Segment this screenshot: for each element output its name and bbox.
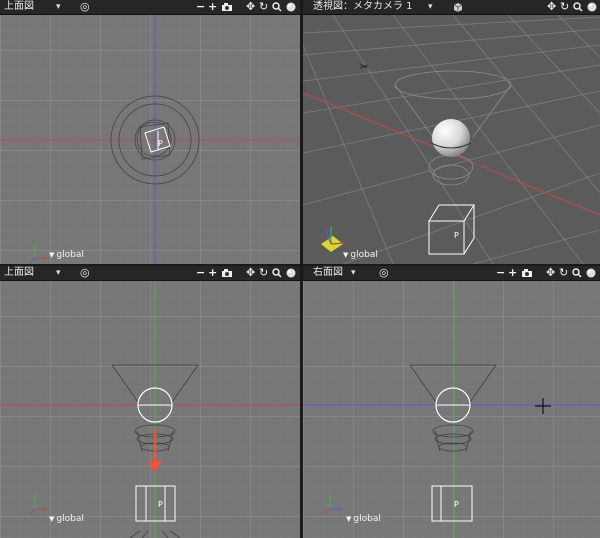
viewport-canvas[interactable]: ✂ P <box>303 15 600 264</box>
view-dropdown-icon[interactable]: ▾ <box>351 267 356 279</box>
camera-icon[interactable] <box>221 268 233 278</box>
coordinate-label: global <box>350 250 378 260</box>
coordinate-system-selector[interactable]: ▼ global <box>49 250 84 261</box>
viewport-header: 透視図：メタカメラ 1 ▾ ✥ ↻ <box>303 0 600 15</box>
light-wireframe <box>409 364 497 452</box>
object-label: P <box>158 500 163 509</box>
view-options-icon[interactable]: ◎ <box>379 267 389 279</box>
cursor-crosshair-icon <box>535 398 551 414</box>
viewport-canvas[interactable]: P <box>303 281 600 538</box>
rotate-icon[interactable]: ↻ <box>259 267 268 279</box>
pan-icon[interactable]: ✥ <box>246 267 255 279</box>
viewport-perspective[interactable]: 透視図：メタカメラ 1 ▾ ✥ ↻ ✂ P ▼ global <box>303 0 600 264</box>
viewport-title: 透視図：メタカメラ 1 <box>313 1 413 12</box>
axis-gizmo <box>29 244 48 264</box>
object-label: P <box>454 500 459 509</box>
pan-icon[interactable]: ✥ <box>547 1 556 13</box>
zoom-fit-icon[interactable] <box>572 268 582 278</box>
zoom-fit-icon[interactable] <box>272 268 282 278</box>
viewport-right[interactable]: 右面図 ▾ ◎ − + ✥ ↻ P ▼ global <box>303 266 600 538</box>
zoom-in-icon[interactable]: + <box>208 1 217 13</box>
zoom-out-icon[interactable]: − <box>196 267 205 279</box>
viewport-front[interactable]: 上面図 ▾ ◎ − + ✥ ↻ P ▼ global <box>0 266 300 538</box>
zoom-in-icon[interactable]: + <box>508 267 517 279</box>
view-options-icon[interactable]: ◎ <box>80 267 90 279</box>
object-wireframe <box>428 204 475 255</box>
axis-gizmo <box>324 493 343 515</box>
viewport-canvas[interactable]: P <box>0 281 300 538</box>
object-label: P <box>158 139 163 148</box>
view-dropdown-icon[interactable]: ▾ <box>56 1 61 13</box>
rotate-icon[interactable]: ↻ <box>559 267 568 279</box>
render-preview-icon[interactable] <box>286 2 296 12</box>
viewport-header: 右面図 ▾ ◎ − + ✥ ↻ <box>303 266 600 281</box>
axis-gizmo <box>321 226 346 252</box>
viewport-top-left[interactable]: 上面図 ▾ ◎ − + ✥ ↻ P ▼ global <box>0 0 300 264</box>
view-dropdown-icon[interactable]: ▾ <box>56 267 61 279</box>
view-dropdown-icon[interactable]: ▾ <box>428 1 433 13</box>
viewport-title: 上面図 <box>4 1 34 12</box>
coordinate-system-selector[interactable]: ▼ global <box>346 514 381 525</box>
object-wireframe <box>431 485 473 522</box>
zoom-fit-icon[interactable] <box>573 2 583 12</box>
zoom-in-icon[interactable]: + <box>208 267 217 279</box>
coordinate-label: global <box>56 514 84 524</box>
viewport-canvas[interactable]: P <box>0 15 300 264</box>
rotate-icon[interactable]: ↻ <box>560 1 569 13</box>
camera-icon[interactable] <box>521 268 533 278</box>
coordinate-label: global <box>353 514 381 524</box>
axis-gizmo <box>29 493 48 515</box>
render-preview-icon[interactable] <box>587 2 597 12</box>
coordinate-label: global <box>56 250 84 260</box>
view-options-icon[interactable]: ◎ <box>80 1 90 13</box>
zoom-out-icon[interactable]: − <box>496 267 505 279</box>
shading-cube-icon[interactable] <box>453 2 463 12</box>
object-label: P <box>454 231 459 240</box>
coordinate-system-selector[interactable]: ▼ global <box>49 514 84 525</box>
rotate-icon[interactable]: ↻ <box>259 1 268 13</box>
pan-icon[interactable]: ✥ <box>546 267 555 279</box>
camera-icon[interactable] <box>221 2 233 12</box>
pan-icon[interactable]: ✥ <box>246 1 255 13</box>
viewport-title: 右面図 <box>313 267 343 278</box>
zoom-fit-icon[interactable] <box>272 2 282 12</box>
viewport-header: 上面図 ▾ ◎ − + ✥ ↻ <box>0 266 300 281</box>
zoom-out-icon[interactable]: − <box>196 1 205 13</box>
viewport-header: 上面図 ▾ ◎ − + ✥ ↻ <box>0 0 300 15</box>
camera-marker-icon: ✂ <box>360 62 368 73</box>
render-preview-icon[interactable] <box>286 268 296 278</box>
coordinate-system-selector[interactable]: ▼ global <box>343 250 378 261</box>
render-preview-icon[interactable] <box>586 268 596 278</box>
viewport-title: 上面図 <box>4 267 34 278</box>
sphere-object <box>432 119 470 157</box>
